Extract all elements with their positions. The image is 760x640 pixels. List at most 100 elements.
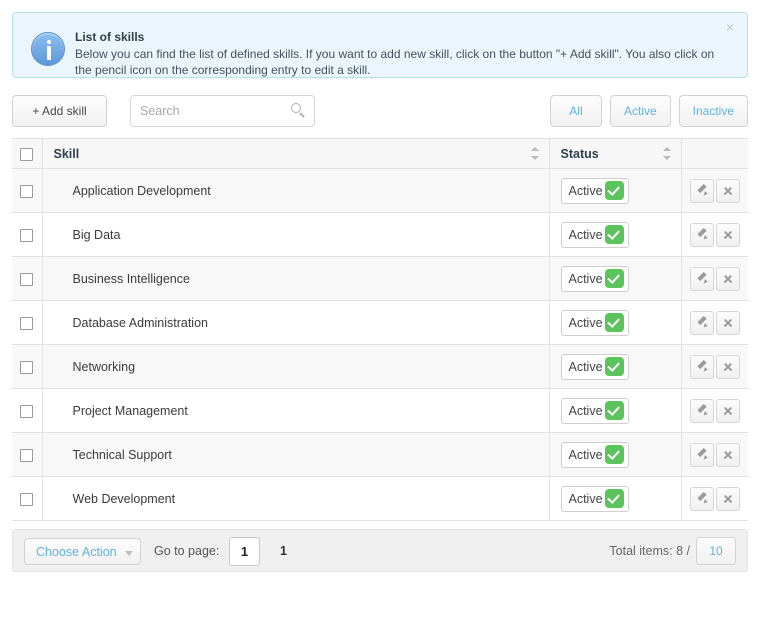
- status-column-header[interactable]: Status: [548, 138, 681, 169]
- status-label: Active: [568, 403, 603, 418]
- edit-button[interactable]: [689, 222, 714, 247]
- check-icon: [604, 181, 624, 200]
- delete-button[interactable]: [715, 398, 740, 423]
- edit-button[interactable]: [689, 398, 714, 423]
- table-header: Skill Status: [12, 138, 748, 169]
- delete-button[interactable]: [715, 178, 740, 203]
- row-checkbox[interactable]: [20, 316, 34, 330]
- page-count: 1: [280, 544, 287, 558]
- status-badge[interactable]: Active: [560, 177, 629, 204]
- table-row: Web Development Active: [12, 476, 748, 521]
- select-all-checkbox[interactable]: [20, 147, 34, 161]
- search-input[interactable]: [131, 96, 287, 126]
- delete-button[interactable]: [715, 222, 740, 247]
- table-row: Technical Support Active: [12, 432, 748, 477]
- goto-page-label: Go to page:: [154, 544, 220, 558]
- page-size-button[interactable]: 10: [696, 537, 736, 565]
- status-cell: Active: [548, 256, 681, 301]
- skills-table: Skill Status Application Development Acti…: [12, 138, 748, 521]
- close-icon: [717, 488, 739, 510]
- row-select-cell: [12, 344, 42, 389]
- row-checkbox[interactable]: [20, 228, 34, 242]
- row-actions-cell: [680, 168, 748, 213]
- status-badge[interactable]: Active: [560, 397, 629, 424]
- close-icon: [717, 444, 739, 466]
- check-icon: [604, 401, 624, 420]
- filter-inactive-button[interactable]: Inactive: [678, 95, 748, 127]
- pencil-icon: [696, 271, 709, 285]
- skill-column-label: Skill: [53, 146, 80, 161]
- row-actions-cell: [680, 432, 748, 477]
- chevron-down-icon: [125, 551, 133, 556]
- filter-active-button[interactable]: Active: [609, 95, 671, 127]
- search-icon[interactable]: [291, 103, 306, 118]
- status-badge[interactable]: Active: [560, 221, 629, 248]
- status-label: Active: [568, 183, 603, 198]
- header-row: Skill Status: [12, 138, 748, 169]
- status-badge[interactable]: Active: [560, 353, 629, 380]
- status-badge[interactable]: Active: [560, 265, 629, 292]
- status-badge[interactable]: Active: [560, 441, 629, 468]
- status-cell: Active: [548, 432, 681, 477]
- status-cell: Active: [548, 476, 681, 521]
- info-alert: List of skills Below you can find the li…: [12, 12, 748, 78]
- row-checkbox[interactable]: [20, 492, 34, 506]
- row-checkbox[interactable]: [20, 448, 34, 462]
- check-icon: [604, 225, 624, 244]
- status-column-label: Status: [560, 146, 599, 161]
- status-label: Active: [568, 359, 603, 374]
- delete-button[interactable]: [715, 354, 740, 379]
- row-checkbox[interactable]: [20, 272, 34, 286]
- status-label: Active: [568, 315, 603, 330]
- table-footer: Choose Action Go to page: 1 Total items:…: [12, 529, 748, 572]
- sort-icon[interactable]: [662, 147, 672, 160]
- close-icon: [717, 224, 739, 246]
- status-badge[interactable]: Active: [560, 309, 629, 336]
- info-circle-icon: [31, 32, 65, 66]
- search-box[interactable]: [130, 95, 315, 127]
- skill-column-header[interactable]: Skill: [41, 138, 549, 169]
- row-checkbox[interactable]: [20, 404, 34, 418]
- pencil-icon: [696, 447, 709, 461]
- table-row: Project Management Active: [12, 388, 748, 433]
- edit-button[interactable]: [689, 486, 714, 511]
- edit-button[interactable]: [689, 354, 714, 379]
- skill-cell: Web Development: [41, 476, 549, 521]
- edit-button[interactable]: [689, 442, 714, 467]
- filter-all-button[interactable]: All: [549, 95, 602, 127]
- edit-button[interactable]: [689, 266, 714, 291]
- edit-button[interactable]: [689, 178, 714, 203]
- alert-body: List of skills Below you can find the li…: [75, 29, 717, 78]
- sort-icon[interactable]: [530, 147, 540, 160]
- add-skill-button[interactable]: + Add skill: [12, 95, 107, 127]
- row-actions-cell: [680, 300, 748, 345]
- status-badge[interactable]: Active: [560, 485, 629, 512]
- skill-cell: Technical Support: [41, 432, 549, 477]
- edit-button[interactable]: [689, 310, 714, 335]
- delete-button[interactable]: [715, 310, 740, 335]
- alert-title: List of skills: [75, 30, 145, 44]
- row-checkbox[interactable]: [20, 360, 34, 374]
- actions-column-header: [680, 138, 748, 169]
- check-icon: [604, 313, 624, 332]
- delete-button[interactable]: [715, 266, 740, 291]
- table-row: Database Administration Active: [12, 300, 748, 345]
- choose-action-label: Choose Action: [36, 544, 117, 559]
- delete-button[interactable]: [715, 442, 740, 467]
- goto-page-input[interactable]: [229, 537, 260, 566]
- row-select-cell: [12, 388, 42, 433]
- status-cell: Active: [548, 212, 681, 257]
- check-icon: [604, 269, 624, 288]
- select-all-header: [12, 138, 42, 169]
- status-label: Active: [568, 227, 603, 242]
- row-checkbox[interactable]: [20, 184, 34, 198]
- status-cell: Active: [548, 388, 681, 433]
- status-cell: Active: [548, 168, 681, 213]
- close-icon[interactable]: ×: [721, 18, 739, 36]
- status-label: Active: [568, 271, 603, 286]
- row-select-cell: [12, 256, 42, 301]
- choose-action-dropdown[interactable]: Choose Action: [24, 538, 141, 565]
- skill-cell: Big Data: [41, 212, 549, 257]
- delete-button[interactable]: [715, 486, 740, 511]
- status-label: Active: [568, 491, 603, 506]
